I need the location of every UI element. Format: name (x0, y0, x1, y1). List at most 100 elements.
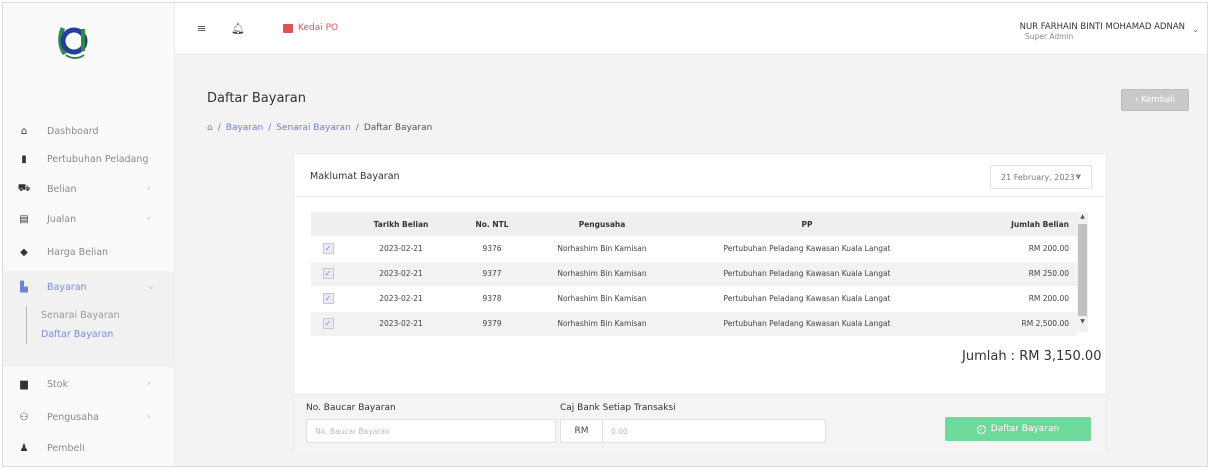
chevron-right-icon: › (147, 214, 151, 224)
user-role: Super Admin (1025, 32, 1074, 41)
breadcrumb-senarai-bayaran[interactable]: Senarai Bayaran (276, 123, 351, 133)
payment-card: Maklumat Bayaran 21 February, 2023 ▼ Tar… (293, 153, 1107, 453)
home-icon[interactable]: ⌂ (207, 123, 213, 133)
card-title: Maklumat Bayaran (310, 171, 400, 182)
breadcrumb: ⌂ / Bayaran / Senarai Bayaran / Daftar B… (207, 123, 432, 133)
sidebar-item-pengusaha[interactable]: ⚇ Pengusaha › (17, 406, 167, 428)
bank-charge-input[interactable]: 0.00 (602, 419, 826, 443)
sidebar-subitem-daftar-bayaran[interactable]: Daftar Bayaran (41, 329, 113, 340)
column-header-pengusaha[interactable]: Pengusaha (527, 212, 677, 236)
sidebar-item-dashboard[interactable]: ⌂ Dashboard (17, 120, 167, 142)
sidebar-item-label: Jualan (47, 213, 77, 225)
sidebar-item-harga-belian[interactable]: ◆ Harga Belian (17, 241, 167, 263)
cell-amount: RM 250.00 (937, 261, 1077, 287)
sidebar-item-pertubuhan-peladang[interactable]: ▮ Pertubuhan Peladang (17, 148, 167, 170)
basket-icon: ⛟ (17, 182, 31, 194)
cell-date: 2023-02-21 (345, 236, 457, 262)
cell-amount: RM 200.00 (937, 286, 1077, 312)
total-amount: Jumlah : RM 3,150.00 (962, 349, 1102, 364)
breadcrumb-bayaran[interactable]: Bayaran (226, 123, 263, 133)
topbar: ≡ 🔔︎ Kedai PO NUR FARHAIN BINTI MOHAMAD … (175, 3, 1207, 55)
row-checkbox[interactable]: ✓ (322, 268, 334, 279)
bank-charge-label: Caj Bank Setiap Transaksi (560, 403, 676, 413)
column-header-tarikh[interactable]: Tarikh Belian (345, 212, 457, 236)
check-circle-icon: ✓ (976, 424, 986, 434)
column-header-jumlah[interactable]: Jumlah Belian (937, 212, 1077, 236)
scroll-up-icon[interactable]: ▲ (1078, 213, 1087, 220)
column-header-select (311, 212, 345, 236)
daftar-bayaran-button[interactable]: ✓ Daftar Bayaran (945, 417, 1091, 441)
voucher-label: No. Baucar Bayaran (306, 403, 396, 413)
row-checkbox-cell: ✓ (311, 261, 345, 287)
home-icon: ⌂ (20, 125, 28, 137)
cell-pengusaha: Norhashim Bin Kamisan (527, 286, 677, 312)
cell-ntl: 9378 (457, 286, 527, 312)
sidebar-item-label: Harga Belian (47, 246, 109, 258)
currency-prefix: RM (560, 419, 602, 443)
row-checkbox[interactable]: ✓ (322, 242, 334, 254)
sidebar-item-label: Pembeli (47, 442, 85, 454)
cell-pp: Pertubuhan Peladang Kawasan Kuala Langat (677, 286, 937, 312)
cell-ntl: 9376 (457, 236, 527, 262)
chevron-right-icon: › (147, 379, 151, 389)
shop-icon (283, 23, 293, 33)
user-name[interactable]: NUR FARHAIN BINTI MOHAMAD ADNAN (1020, 22, 1185, 32)
cell-pengusaha: Norhashim Bin Kamisan (527, 261, 677, 287)
cash-icon: ▤ (19, 213, 29, 225)
chevron-down-icon[interactable]: ⌄ (1192, 25, 1199, 34)
sidebar-item-bayaran[interactable]: ▙ Bayaran ⌄ (17, 276, 167, 298)
sidebar-subitem-senarai-bayaran[interactable]: Senarai Bayaran (41, 310, 120, 321)
bell-icon[interactable]: 🔔︎ (231, 22, 245, 35)
cell-date: 2023-02-21 (345, 261, 457, 287)
cell-amount: RM 200.00 (937, 236, 1077, 262)
cell-pengusaha: Norhashim Bin Kamisan (527, 236, 677, 262)
cell-ntl: 9379 (457, 311, 527, 337)
chevron-down-icon: ⌄ (147, 282, 155, 292)
sidebar-item-label: Dashboard (47, 125, 99, 137)
tag-icon: ◆ (20, 246, 28, 258)
cell-ntl: 9377 (457, 261, 527, 287)
row-checkbox-cell: ✓ (311, 236, 345, 262)
sidebar-item-jualan[interactable]: ▤ Jualan › (17, 208, 167, 230)
column-header-ntl[interactable]: No. NTL (457, 212, 527, 236)
cell-pp: Pertubuhan Peladang Kawasan Kuala Langat (677, 261, 937, 287)
column-header-pp[interactable]: PP (677, 212, 937, 236)
voucher-input[interactable]: No. Baucar Bayaran (306, 419, 556, 443)
sidebar-item-label: Belian (47, 183, 77, 195)
scroll-down-icon[interactable]: ▼ (1078, 318, 1087, 325)
sidebar-item-label: Pengusaha (47, 411, 99, 423)
sidebar-item-label: Pertubuhan Peladang (47, 153, 149, 165)
user-icon: ♟ (19, 442, 29, 454)
date-value: 21 February, 2023 (1001, 172, 1075, 182)
table-row: ✓ 2023-02-21 9376 Norhashim Bin Kamisan … (311, 236, 1077, 262)
table-row: ✓ 2023-02-21 9377 Norhashim Bin Kamisan … (311, 261, 1077, 287)
cell-date: 2023-02-21 (345, 286, 457, 312)
sidebar-item-pembeli[interactable]: ♟ Pembeli (17, 437, 167, 459)
divider (294, 196, 1106, 197)
row-checkbox[interactable]: ✓ (322, 318, 334, 329)
table-scrollbar[interactable]: ▲ ▼ (1077, 212, 1088, 332)
sidebar-item-belian[interactable]: ⛟ Belian › (17, 178, 167, 200)
table-row: ✓ 2023-02-21 9378 Norhashim Bin Kamisan … (311, 286, 1077, 312)
cell-pengusaha: Norhashim Bin Kamisan (527, 311, 677, 337)
logo[interactable] (53, 21, 93, 61)
scroll-thumb[interactable] (1078, 224, 1087, 316)
row-checkbox[interactable]: ✓ (322, 293, 334, 304)
breadcrumb-separator: / (217, 123, 221, 133)
sidebar-item-label: Bayaran (47, 281, 87, 293)
payment-form: No. Baucar Bayaran No. Baucar Bayaran Ca… (294, 394, 1106, 453)
shop-link[interactable]: Kedai PO (283, 23, 338, 33)
date-select[interactable]: 21 February, 2023 ▼ (990, 165, 1092, 189)
row-checkbox-cell: ✓ (311, 311, 345, 337)
bank-icon: ▙ (20, 281, 28, 293)
chevron-right-icon: › (147, 412, 151, 422)
sidebar: ⌂ Dashboard ▮ Pertubuhan Peladang ⛟ Beli… (3, 3, 175, 466)
breadcrumb-current: Daftar Bayaran (363, 123, 433, 133)
cell-pp: Pertubuhan Peladang Kawasan Kuala Langat (677, 236, 937, 262)
submenu-line (26, 306, 27, 344)
sidebar-item-stok[interactable]: ▆ Stok › (17, 373, 167, 395)
menu-icon[interactable]: ≡ (197, 22, 206, 35)
back-button[interactable]: ‹ Kembali (1121, 89, 1189, 111)
cell-amount: RM 2,500.00 (937, 311, 1077, 337)
app-window: ⌂ Dashboard ▮ Pertubuhan Peladang ⛟ Beli… (2, 2, 1208, 467)
